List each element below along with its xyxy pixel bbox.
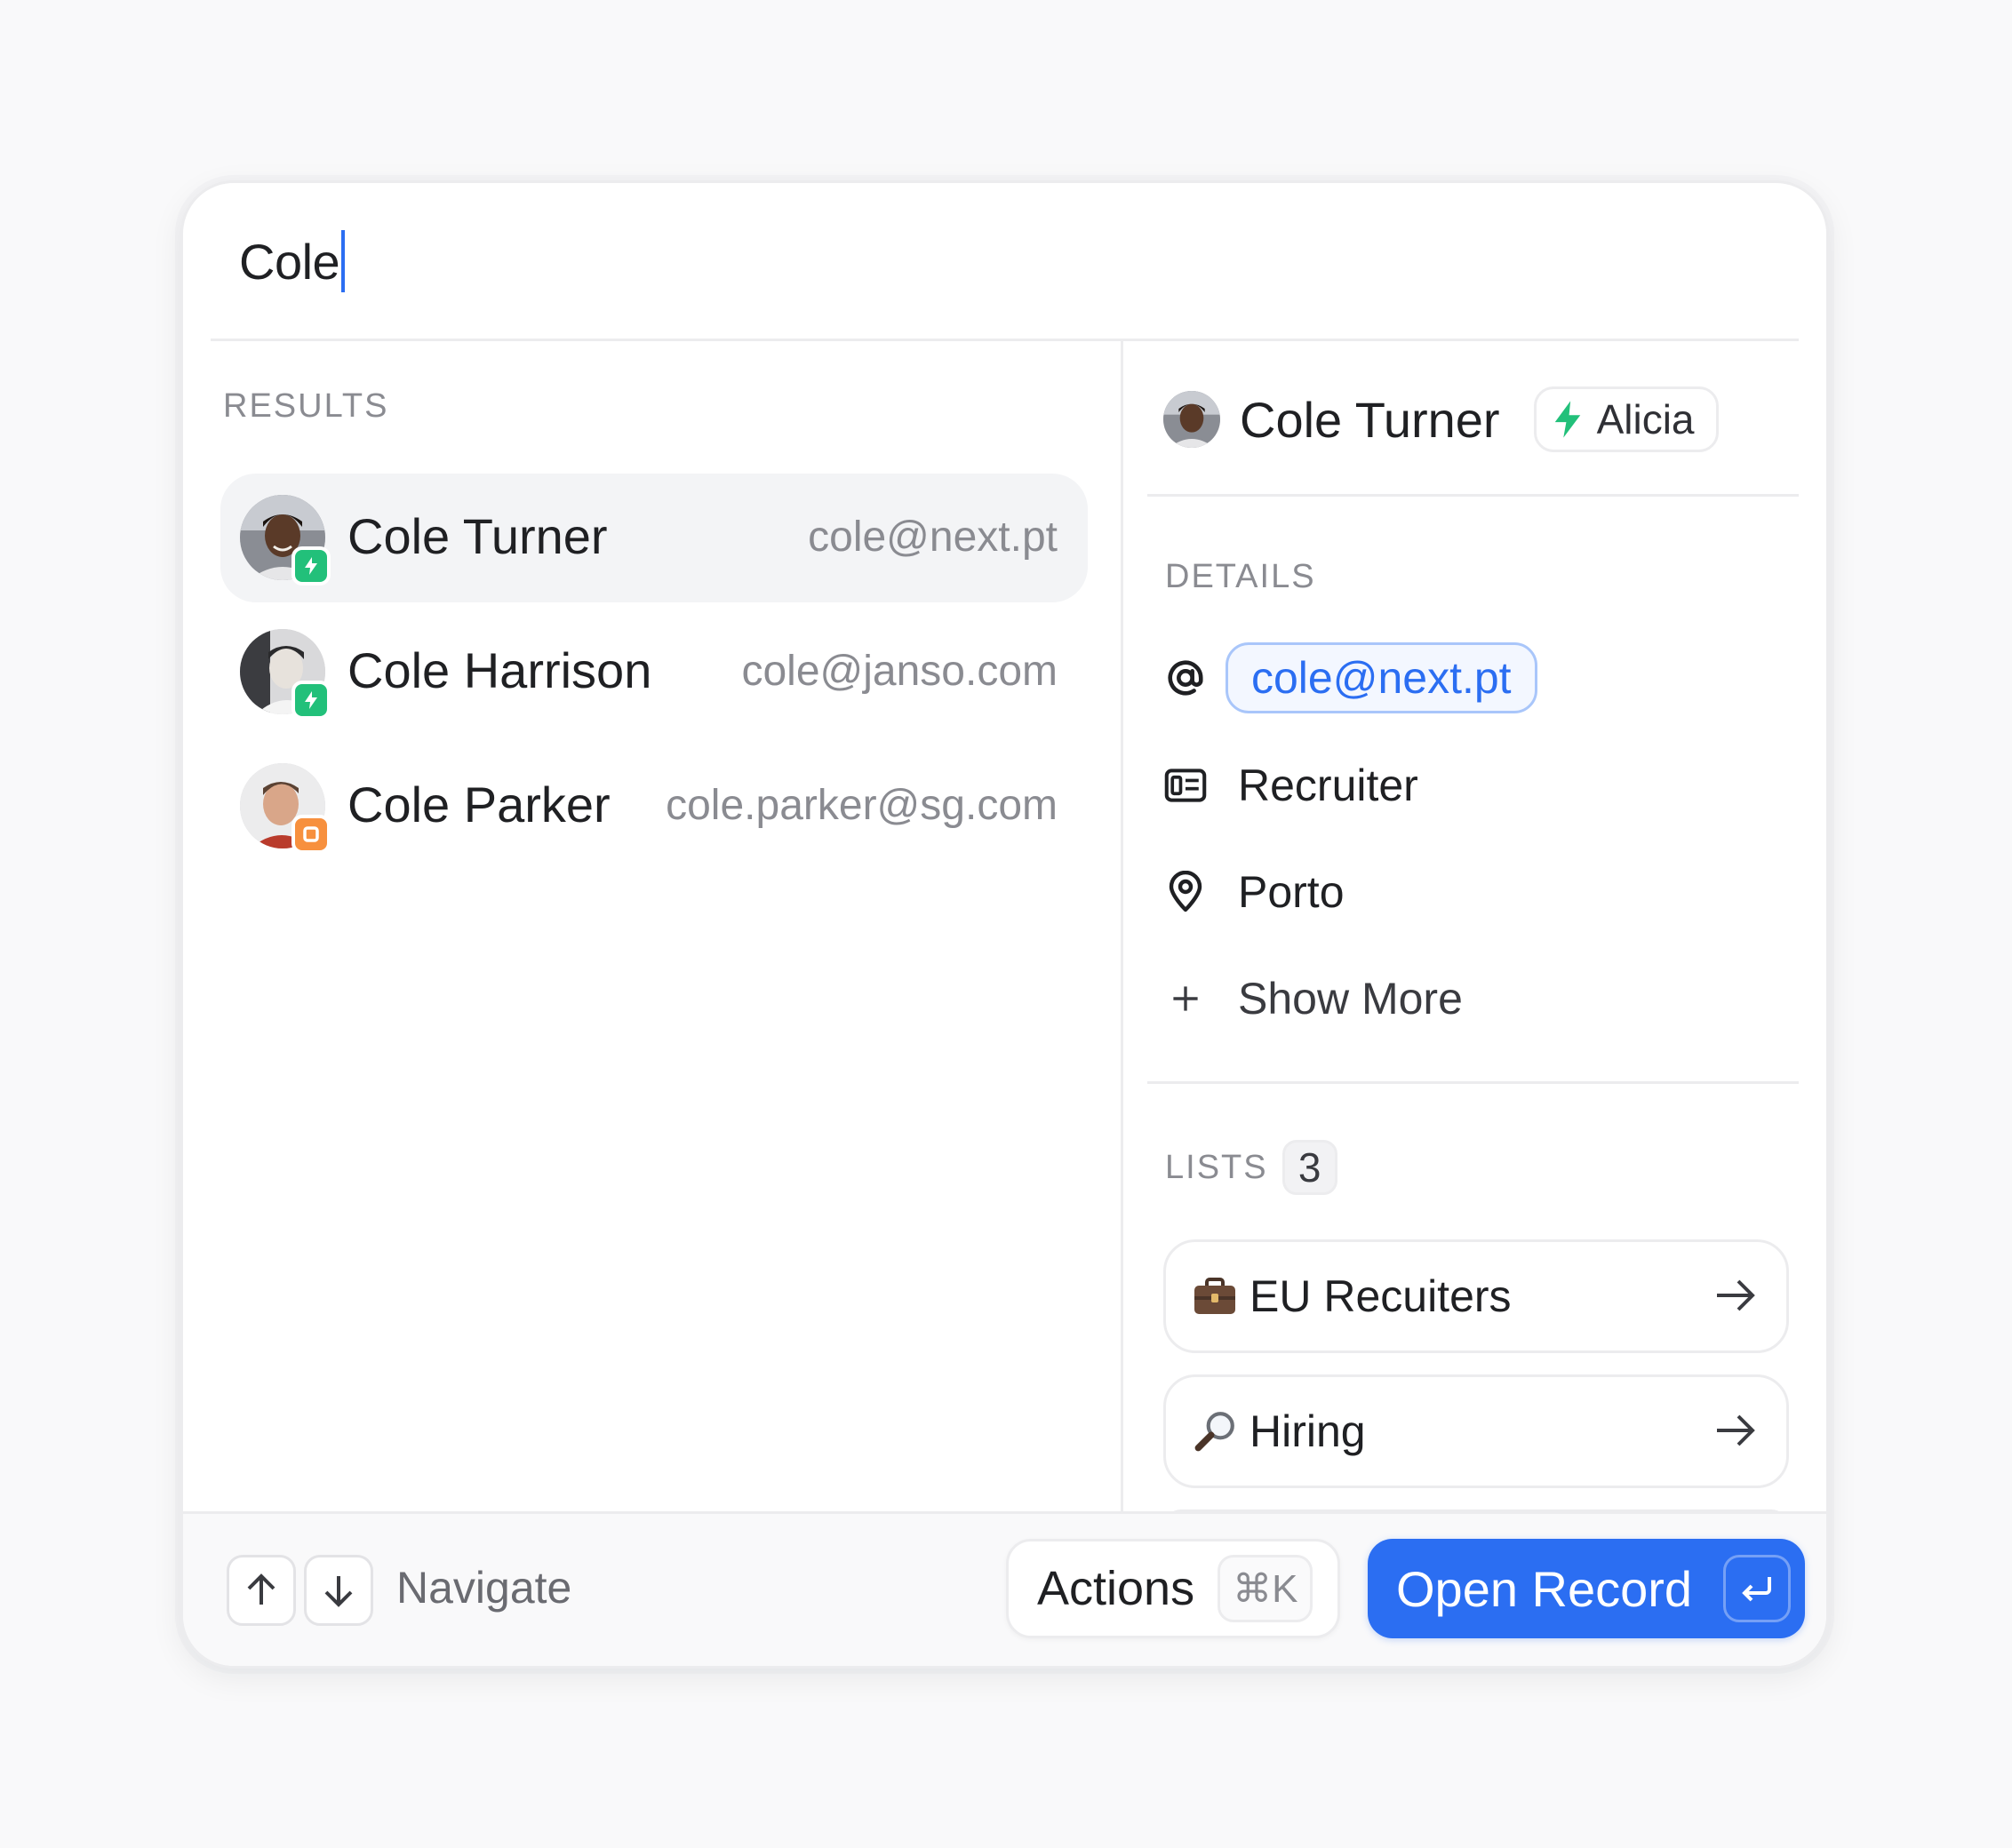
bolt-badge-icon — [291, 546, 331, 585]
detail-header: Cole Turner Alicia — [1163, 384, 1719, 455]
list-item-hiring[interactable]: Hiring — [1163, 1374, 1789, 1488]
result-email: cole@next.pt — [808, 514, 1058, 561]
detail-role-row: Recruiter — [1163, 750, 1418, 821]
list-label: Hiring — [1250, 1406, 1366, 1456]
role-text: Recruiter — [1238, 761, 1418, 810]
divider — [211, 339, 1799, 341]
details-heading: DETAILS — [1165, 558, 1316, 595]
arrow-right-icon — [1717, 1279, 1755, 1311]
search-input[interactable]: Cole — [239, 233, 340, 291]
result-email: cole.parker@sg.com — [666, 782, 1058, 829]
location-text: Porto — [1238, 867, 1345, 917]
bolt-badge-icon — [291, 681, 331, 720]
result-item-cole-turner[interactable]: Cole Turner cole@next.pt — [220, 474, 1088, 602]
detail-email-row: cole@next.pt — [1163, 642, 1537, 713]
avatar — [240, 495, 331, 585]
plus-icon — [1163, 976, 1208, 1021]
arrow-right-icon — [1717, 1414, 1755, 1446]
list-item-eu-recuiters[interactable]: EU Recuiters — [1163, 1239, 1789, 1353]
email-link[interactable]: cole@next.pt — [1226, 642, 1537, 713]
results-heading: RESULTS — [223, 387, 389, 425]
actions-button[interactable]: Actions ⌘K — [1006, 1539, 1340, 1638]
lists-heading: LISTS 3 — [1165, 1140, 1337, 1195]
result-item-cole-parker[interactable]: Cole Parker cole.parker@sg.com — [220, 742, 1088, 871]
avatar — [240, 629, 331, 720]
show-more-button[interactable]: Show More — [1163, 963, 1463, 1034]
result-name: Cole Harrison — [347, 642, 652, 698]
navigate-down-key[interactable] — [304, 1555, 373, 1626]
square-badge-icon — [291, 815, 331, 854]
at-icon — [1163, 656, 1208, 700]
detail-avatar — [1163, 391, 1220, 448]
bolt-icon — [1554, 401, 1580, 438]
list-label: EU Recuiters — [1250, 1271, 1512, 1321]
result-name: Cole Parker — [347, 777, 611, 832]
detail-location-row: Porto — [1163, 856, 1345, 928]
text-caret — [341, 230, 346, 292]
open-record-button[interactable]: Open Record — [1368, 1539, 1805, 1638]
actions-label: Actions — [1037, 1562, 1195, 1615]
actions-shortcut: ⌘K — [1218, 1555, 1313, 1622]
divider — [1147, 494, 1799, 497]
navigate-up-key[interactable] — [227, 1555, 296, 1626]
lists-label: LISTS — [1165, 1148, 1268, 1186]
show-more-label: Show More — [1238, 974, 1463, 1024]
location-pin-icon — [1163, 870, 1208, 914]
briefcase-icon — [1189, 1270, 1241, 1322]
arrow-down-icon — [324, 1576, 353, 1607]
search-bar[interactable]: Cole — [183, 183, 1826, 339]
lists-count-badge: 3 — [1281, 1140, 1337, 1195]
footer-bar: Navigate Actions ⌘K Open Record — [183, 1511, 1826, 1666]
open-record-label: Open Record — [1396, 1560, 1693, 1617]
result-name: Cole Turner — [347, 508, 608, 564]
command-palette: Cole RESULTS Cole Turner cole@next.pt Co… — [180, 180, 1829, 1669]
id-card-icon — [1163, 763, 1208, 808]
owner-name: Alicia — [1596, 396, 1695, 442]
divider-vertical — [1121, 341, 1123, 1517]
enter-key-icon — [1723, 1555, 1791, 1622]
owner-chip[interactable]: Alicia — [1533, 386, 1719, 452]
divider — [1147, 1081, 1799, 1084]
detail-name: Cole Turner — [1240, 391, 1500, 448]
magnifier-icon — [1189, 1406, 1241, 1457]
navigate-label: Navigate — [396, 1563, 572, 1613]
avatar — [240, 763, 331, 854]
result-email: cole@janso.com — [741, 648, 1058, 695]
arrow-up-icon — [247, 1573, 275, 1605]
result-item-cole-harrison[interactable]: Cole Harrison cole@janso.com — [220, 608, 1088, 737]
